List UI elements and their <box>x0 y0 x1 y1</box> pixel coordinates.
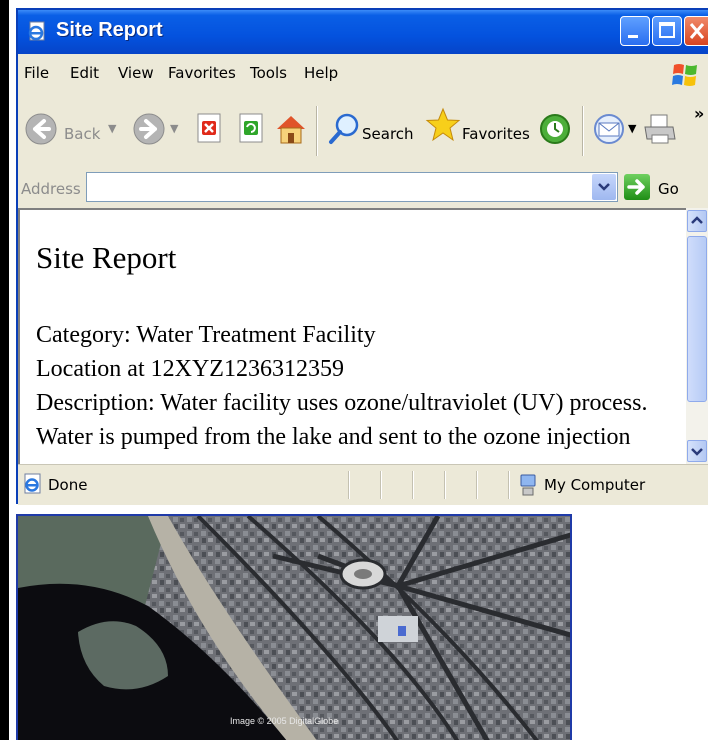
status-separator <box>412 471 414 499</box>
menu-help[interactable]: Help <box>304 64 338 82</box>
my-computer-icon <box>520 474 536 496</box>
location-line: Location at 12XYZ1236312359 <box>36 356 344 382</box>
page-done-icon <box>24 473 41 494</box>
status-separator <box>348 471 350 499</box>
close-icon <box>689 23 705 39</box>
chevron-up-icon <box>691 216 703 224</box>
mail-icon[interactable] <box>592 112 626 146</box>
address-input[interactable] <box>86 172 618 202</box>
toolbar-overflow-chevron[interactable]: » <box>694 104 704 123</box>
maximize-button[interactable] <box>652 16 682 46</box>
forward-arrow-icon[interactable] <box>132 112 166 146</box>
back-arrow-icon[interactable] <box>24 112 58 146</box>
maximize-icon <box>659 22 675 38</box>
go-label[interactable]: Go <box>658 180 679 198</box>
title-bar[interactable]: Site Report <box>18 10 708 54</box>
category-line: Category: Water Treatment Facility <box>36 322 376 348</box>
page-heading: Site Report <box>36 240 177 275</box>
status-separator <box>444 471 446 499</box>
go-button[interactable] <box>624 174 650 200</box>
print-icon[interactable] <box>642 112 678 146</box>
chevron-down-icon <box>691 448 703 456</box>
mail-dropdown-icon[interactable]: ▼ <box>628 122 636 135</box>
ie-page-icon <box>28 21 45 41</box>
search-button-label[interactable]: Search <box>362 125 414 143</box>
scroll-down-button[interactable] <box>687 440 707 462</box>
scroll-thumb[interactable] <box>687 236 707 402</box>
address-dropdown-button[interactable] <box>592 174 616 200</box>
toolbar-separator <box>582 106 584 156</box>
favorites-button-label[interactable]: Favorites <box>462 125 530 143</box>
back-dropdown-icon[interactable]: ▼ <box>108 122 116 135</box>
windows-logo-icon <box>672 64 697 86</box>
address-label: Address <box>21 180 81 198</box>
minimize-button[interactable] <box>620 16 650 46</box>
image-credit: Image © 2005 DigitalGlobe <box>230 716 339 726</box>
menu-favorites[interactable]: Favorites <box>168 64 236 82</box>
status-separator <box>508 471 510 499</box>
toolbar-separator <box>316 106 318 156</box>
menu-file[interactable]: File <box>24 64 49 82</box>
back-button-label[interactable]: Back <box>64 125 100 143</box>
home-icon[interactable] <box>274 112 308 146</box>
minimize-icon <box>628 35 638 38</box>
menu-edit[interactable]: Edit <box>70 64 99 82</box>
scroll-up-button[interactable] <box>687 210 707 232</box>
forward-dropdown-icon[interactable]: ▼ <box>170 122 178 135</box>
window-title: Site Report <box>56 19 163 41</box>
chevron-down-icon <box>598 183 610 191</box>
address-bar: Address Go <box>18 168 708 208</box>
security-zone-text: My Computer <box>544 476 646 494</box>
satellite-image: Image © 2005 DigitalGlobe <box>16 514 572 740</box>
description-continued-line: Water is pumped from the lake and sent t… <box>36 424 631 450</box>
refresh-icon[interactable] <box>236 112 266 144</box>
search-icon[interactable] <box>328 112 360 146</box>
go-arrow-icon <box>627 179 645 195</box>
left-border <box>0 0 9 740</box>
menu-view[interactable]: View <box>118 64 154 82</box>
description-line: Description: Water facility uses ozone/u… <box>36 390 648 416</box>
status-bar: Done My Computer <box>18 464 708 505</box>
stop-icon[interactable] <box>194 112 224 144</box>
favorites-star-icon[interactable] <box>424 106 462 144</box>
menu-bar: File Edit View Favorites Tools Help <box>18 54 708 93</box>
status-text: Done <box>48 476 88 494</box>
vertical-scrollbar[interactable] <box>686 208 708 464</box>
standard-toolbar: Back ▼ ▼ Search Favorites ▼ » <box>18 92 708 169</box>
browser-window: Site Report File Edit View Favorites Too… <box>16 8 708 505</box>
status-separator <box>380 471 382 499</box>
page-content: Site Report Category: Water Treatment Fa… <box>18 208 686 464</box>
satellite-photo-graphic <box>18 516 570 740</box>
close-button[interactable] <box>684 16 708 46</box>
menu-tools[interactable]: Tools <box>250 64 287 82</box>
history-icon[interactable] <box>538 112 572 146</box>
status-separator <box>476 471 478 499</box>
